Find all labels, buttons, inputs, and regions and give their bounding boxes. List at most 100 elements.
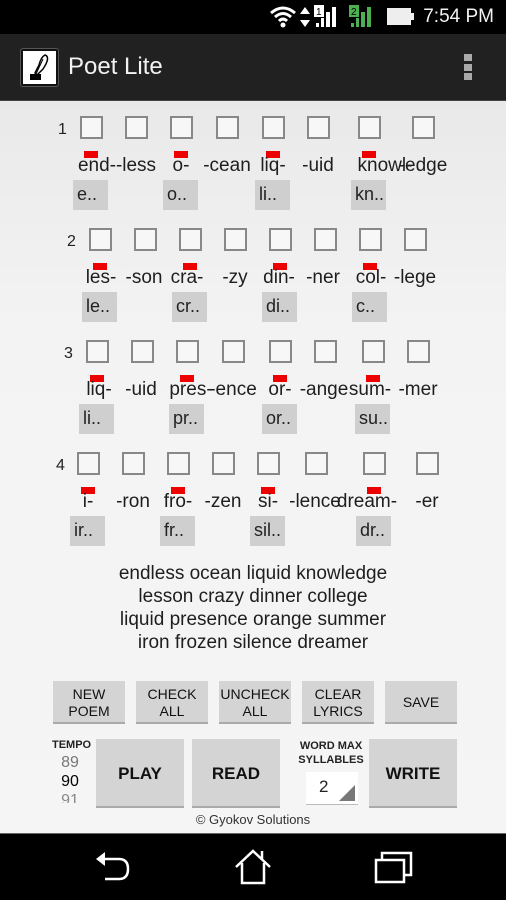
syllable-checkbox[interactable] <box>407 340 430 363</box>
word-max-syllables-spinner[interactable]: 2 <box>306 772 358 805</box>
tempo-prev-value[interactable]: 89 <box>52 753 88 772</box>
read-button[interactable]: READ <box>192 739 280 808</box>
syllable-checkbox[interactable] <box>362 340 385 363</box>
syllable-checkbox[interactable] <box>167 452 190 475</box>
syllable-checkbox[interactable] <box>269 340 292 363</box>
line-number: 2 <box>67 233 76 250</box>
syllable-checkbox[interactable] <box>404 228 427 251</box>
line-number: 3 <box>64 345 73 362</box>
syllable-text: -lence <box>289 491 341 512</box>
syllable-text: din- <box>263 267 295 288</box>
poem-line: 2 les-le.. -son cra-cr.. -zy din-di.. -ner col-… <box>0 216 506 326</box>
syllable-text: liq- <box>260 155 286 176</box>
poem-line: 3 liq-li.. -uid pres-pr.. -ence or-or.. -ange s… <box>0 328 506 438</box>
back-icon[interactable] <box>93 848 133 888</box>
syllable-text: -cean <box>203 155 251 176</box>
battery-icon <box>387 8 414 25</box>
tempo-current-value[interactable]: 90 <box>52 772 88 791</box>
syllable-checkbox[interactable] <box>269 228 292 251</box>
save-button[interactable]: SAVE <box>385 681 457 724</box>
word-suggestion-button[interactable]: su.. <box>355 404 390 434</box>
word-suggestion-button[interactable]: le.. <box>82 292 117 322</box>
syllable-text: fro- <box>163 491 193 512</box>
home-icon[interactable] <box>233 848 273 888</box>
line-number: 1 <box>58 121 67 138</box>
word-suggestion-button[interactable]: cr.. <box>172 292 207 322</box>
play-button[interactable]: PLAY <box>96 739 184 808</box>
syllable-checkbox[interactable] <box>224 228 247 251</box>
syllable-checkbox[interactable] <box>134 228 157 251</box>
syllable-text: -lege <box>393 267 437 288</box>
data-arrows-icon <box>300 7 310 27</box>
syllable-text: pres- <box>169 379 213 400</box>
syllable-checkbox[interactable] <box>359 228 382 251</box>
syllable-checkbox[interactable] <box>257 452 280 475</box>
recents-icon[interactable] <box>374 848 414 888</box>
syllable-text: les- <box>85 267 117 288</box>
syllable-checkbox[interactable] <box>131 340 154 363</box>
syllable-checkbox[interactable] <box>222 340 245 363</box>
syllable-checkbox[interactable] <box>305 452 328 475</box>
syllable-checkbox[interactable] <box>314 228 337 251</box>
syllable-checkbox[interactable] <box>314 340 337 363</box>
syllable-checkbox[interactable] <box>216 116 239 139</box>
syllable-text: cra- <box>170 267 204 288</box>
word-suggestion-button[interactable]: o.. <box>163 180 198 210</box>
uncheck-all-button[interactable]: UNCHECK ALL <box>219 681 291 724</box>
syllable-checkbox[interactable] <box>122 452 145 475</box>
lyrics-preview: endless ocean liquid knowledge lesson cr… <box>0 562 506 654</box>
syllable-text: -uid <box>125 379 157 400</box>
word-suggestion-button[interactable]: dr.. <box>356 516 391 546</box>
word-suggestion-button[interactable]: di.. <box>262 292 297 322</box>
syllable-checkbox[interactable] <box>170 116 193 139</box>
word-suggestion-button[interactable]: fr.. <box>160 516 195 546</box>
syllable-checkbox[interactable] <box>77 452 100 475</box>
poem-line: 4 i-ir.. -ron fro-fr.. -zen si-sil.. -lence dre… <box>0 440 506 550</box>
svg-text:1: 1 <box>316 7 322 18</box>
copyright: © Gyokov Solutions <box>195 812 311 827</box>
syllable-text: -uid <box>302 155 334 176</box>
word-suggestion-button[interactable]: c.. <box>352 292 387 322</box>
syllable-text: dream- <box>336 491 398 512</box>
lyrics-line: lesson crazy dinner college <box>138 586 368 607</box>
syllable-checkbox[interactable] <box>307 116 330 139</box>
syllable-checkbox[interactable] <box>80 116 103 139</box>
new-poem-button[interactable]: NEW POEM <box>53 681 125 724</box>
syllable-text: -ence <box>209 379 257 400</box>
check-all-button[interactable]: CHECK ALL <box>136 681 208 724</box>
syllable-checkbox[interactable] <box>416 452 439 475</box>
word-suggestion-button[interactable]: sil.. <box>250 516 285 546</box>
signal-sim1-icon: 1 <box>314 5 336 27</box>
tempo-picker[interactable]: 89 90 91 <box>52 753 88 803</box>
syllable-checkbox[interactable] <box>176 340 199 363</box>
syllable-checkbox[interactable] <box>363 452 386 475</box>
syllable-checkbox[interactable] <box>86 340 109 363</box>
tempo-next-value[interactable]: 91 <box>52 791 88 803</box>
syllable-checkbox[interactable] <box>125 116 148 139</box>
syllable-text: -ron <box>116 491 150 512</box>
syllable-checkbox[interactable] <box>412 116 435 139</box>
word-suggestion-button[interactable]: li.. <box>79 404 114 434</box>
word-suggestion-button[interactable]: ir.. <box>70 516 105 546</box>
syllable-checkbox[interactable] <box>358 116 381 139</box>
syllable-checkbox[interactable] <box>262 116 285 139</box>
lyrics-line: iron frozen silence dreamer <box>137 632 369 653</box>
word-max-syllables-label: WORD MAX SYLLABLES <box>298 740 364 766</box>
syllable-checkbox[interactable] <box>89 228 112 251</box>
navigation-bar <box>0 833 506 900</box>
word-suggestion-button[interactable]: pr.. <box>169 404 204 434</box>
word-suggestion-button[interactable]: e.. <box>73 180 108 210</box>
word-suggestion-button[interactable]: kn.. <box>351 180 386 210</box>
syllable-text: sum- <box>348 379 392 400</box>
syllable-checkbox[interactable] <box>179 228 202 251</box>
syllable-text: o- <box>172 155 190 176</box>
action-bar: Poet Lite <box>0 34 506 101</box>
clear-lyrics-button[interactable]: CLEAR LYRICS <box>302 681 374 724</box>
status-bar: 1 2 7:54 PM <box>0 0 506 34</box>
overflow-menu-icon[interactable] <box>464 54 472 80</box>
syllable-checkbox[interactable] <box>212 452 235 475</box>
word-suggestion-button[interactable]: or.. <box>262 404 297 434</box>
word-suggestion-button[interactable]: li.. <box>255 180 290 210</box>
lyrics-line: endless ocean liquid knowledge <box>118 563 388 584</box>
write-button[interactable]: WRITE <box>369 739 457 808</box>
